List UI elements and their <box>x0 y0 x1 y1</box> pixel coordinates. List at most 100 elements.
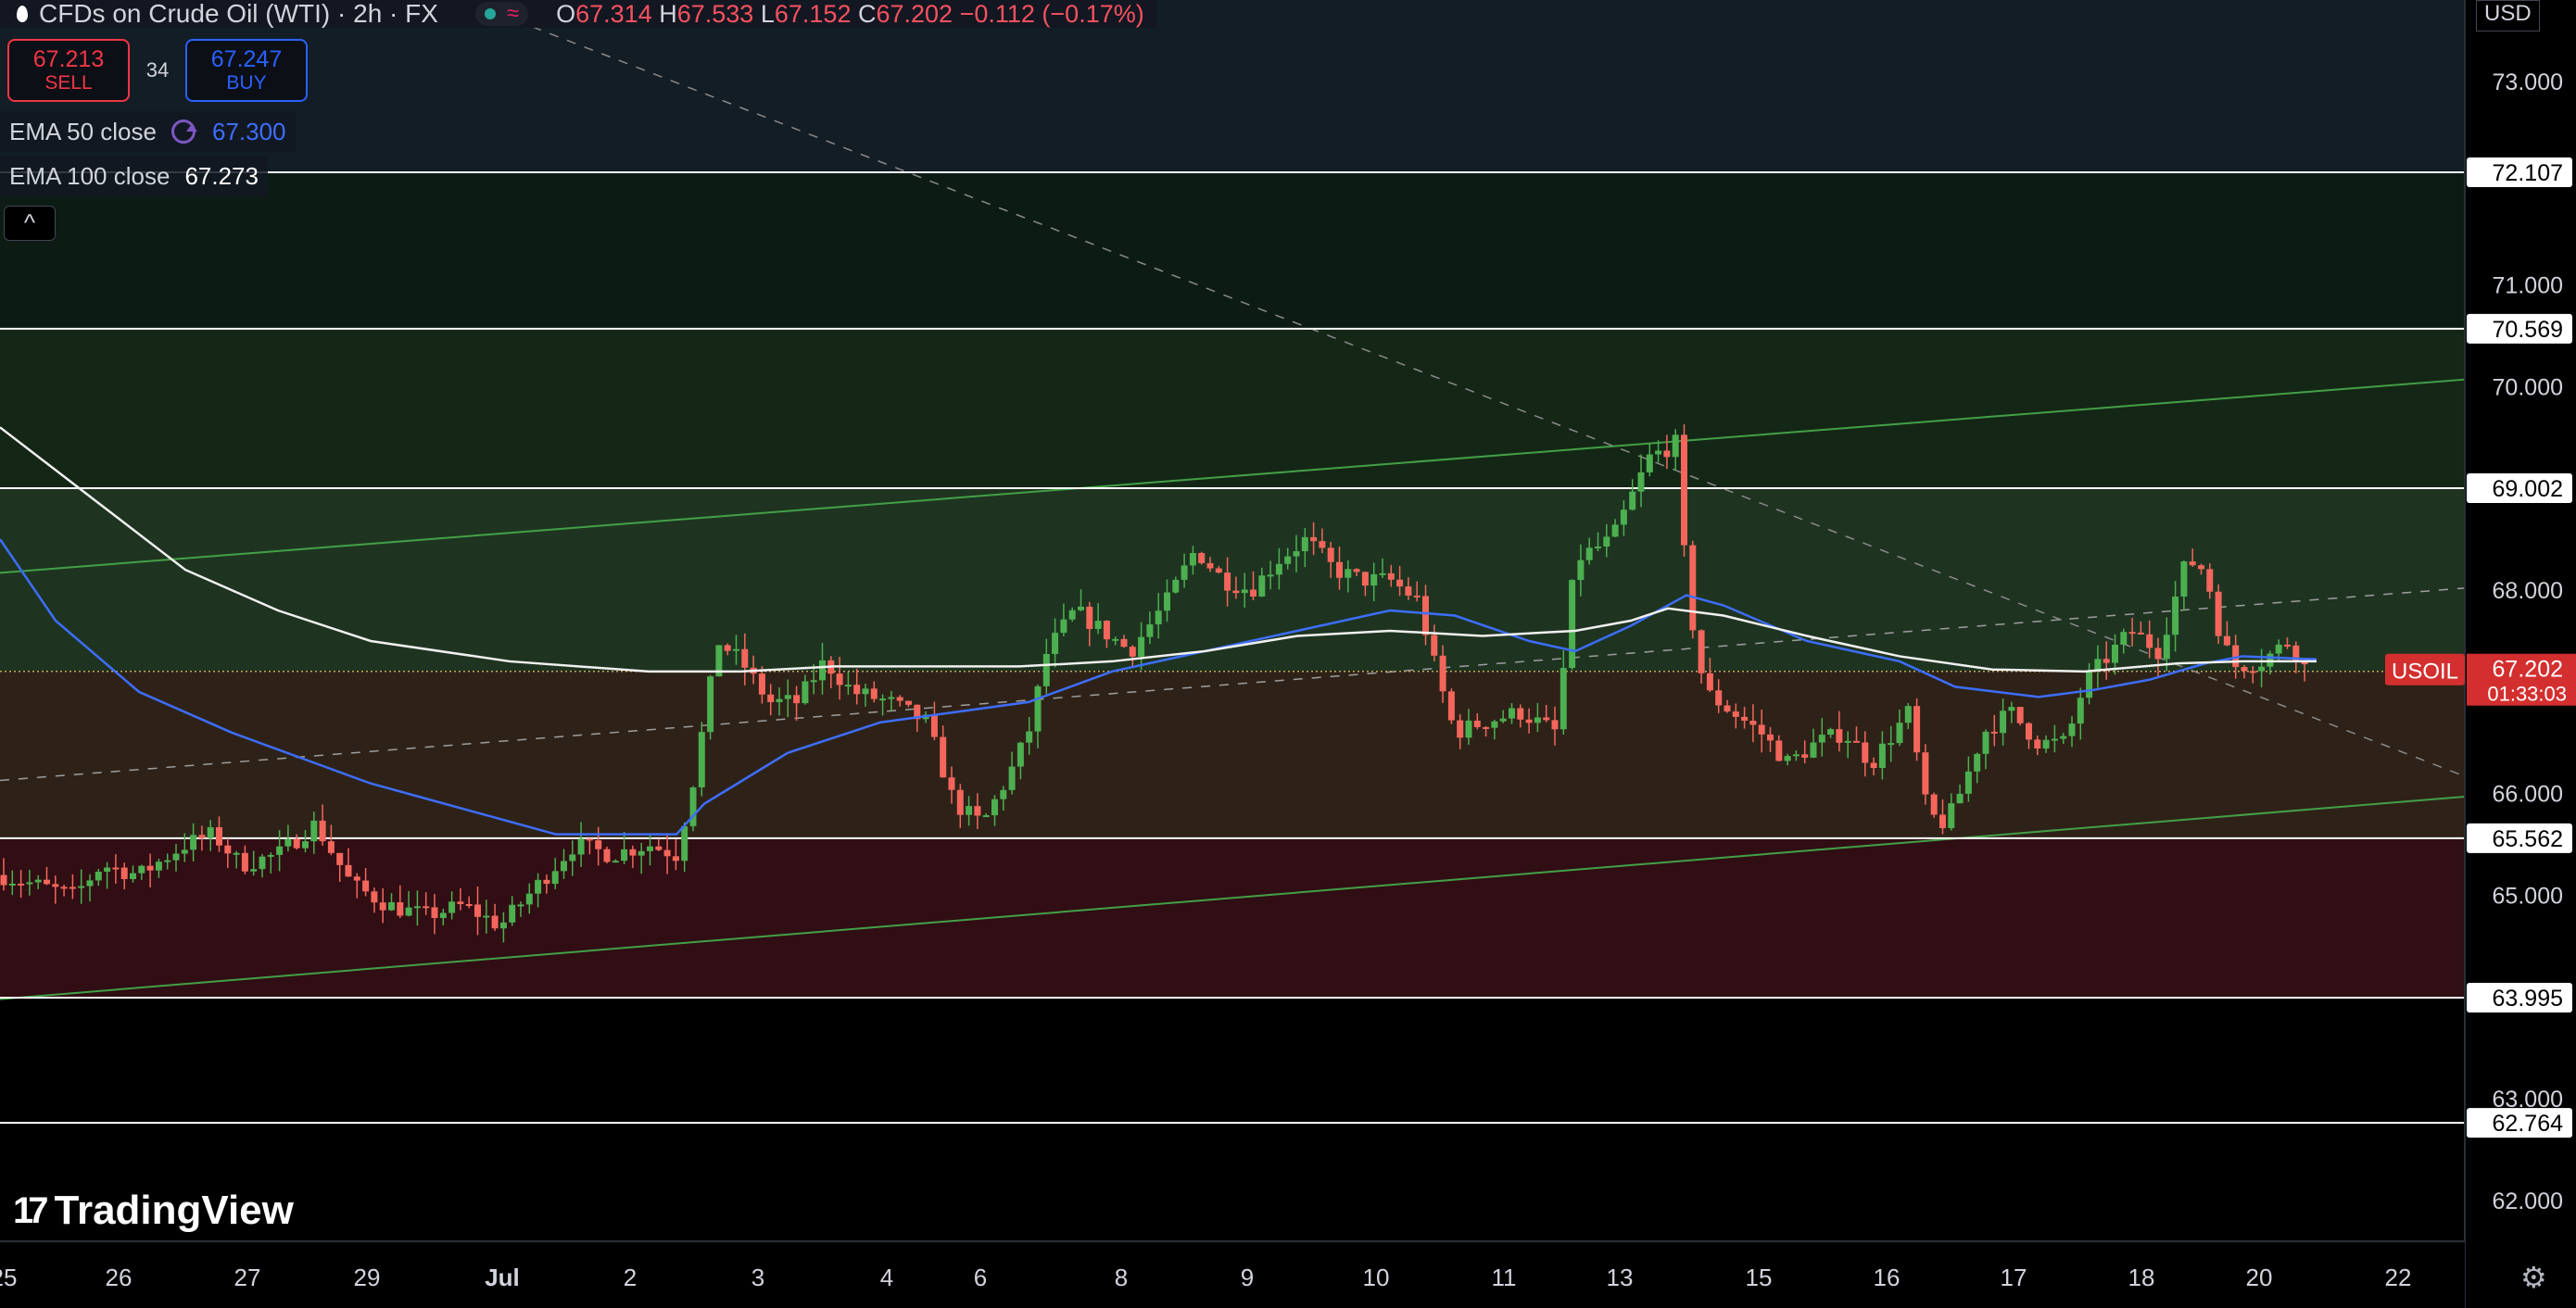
sell-button[interactable]: 67.213 SELL <box>7 39 130 102</box>
candle-body-207 <box>1784 756 1791 761</box>
candle-body-39 <box>336 852 344 865</box>
candle-body-153 <box>1319 541 1326 548</box>
candle-body-97 <box>836 673 843 685</box>
candle-body-9 <box>78 886 85 888</box>
candle-body-150 <box>1293 551 1300 557</box>
candle-body-202 <box>1741 716 1749 721</box>
candle-body-3 <box>26 882 33 885</box>
candle-body-169 <box>1457 720 1464 738</box>
market-status-pill[interactable]: ≈ <box>474 1 529 26</box>
candle-body-257 <box>2215 591 2222 636</box>
candle-body-8 <box>69 887 76 889</box>
y-tick-label-6: 68.000 <box>2493 578 2563 604</box>
candle-body-241 <box>2077 698 2084 724</box>
candle-body-123 <box>1060 619 1067 634</box>
candle-body-27 <box>233 852 240 855</box>
candle-body-227 <box>1956 793 1964 804</box>
candle-body-120 <box>1034 685 1042 732</box>
settings-gear-icon[interactable]: ⚙ <box>2520 1260 2547 1295</box>
candle-body-31 <box>267 854 274 857</box>
candle-body-85 <box>733 648 739 651</box>
price-chart[interactable]: 62.00063.00065.00066.00068.00069.00070.0… <box>0 0 2576 1308</box>
candle-body-38 <box>327 841 335 853</box>
x-tick-label-17: 18 <box>2128 1264 2155 1291</box>
collapse-legend-button[interactable]: ^ <box>4 206 56 241</box>
candle-body-231 <box>1990 731 1998 734</box>
chevron-up-icon: ^ <box>23 208 36 236</box>
x-tick-label-2: 27 <box>234 1264 261 1291</box>
candle-body-195 <box>1681 434 1687 546</box>
candle-body-54 <box>465 903 473 906</box>
candle-body-82 <box>707 676 714 733</box>
candle-body-45 <box>388 901 395 911</box>
candle-body-55 <box>474 904 481 917</box>
zone-1 <box>0 171 2465 329</box>
buy-price: 67.247 <box>210 46 283 72</box>
candle-body-149 <box>1284 556 1292 564</box>
candle-body-190 <box>1637 472 1645 492</box>
candle-body-234 <box>2016 707 2024 723</box>
buy-button[interactable]: 67.247 BUY <box>185 39 308 102</box>
candle-body-228 <box>1964 771 1972 794</box>
candle-body-51 <box>439 912 447 919</box>
candle-body-177 <box>1525 719 1533 723</box>
candle-body-14 <box>120 867 128 879</box>
y-tick-label-4: 66.000 <box>2493 782 2563 808</box>
candle-body-84 <box>724 645 731 651</box>
candle-body-110 <box>948 777 955 790</box>
candle-body-191 <box>1646 454 1653 472</box>
candle-body-166 <box>1431 635 1438 656</box>
candle-body-145 <box>1250 589 1256 597</box>
candle-body-239 <box>2060 736 2067 739</box>
symbol-tag: USOIL <box>2392 660 2458 685</box>
zone-4 <box>0 671 2465 838</box>
candle-body-24 <box>207 826 214 838</box>
candle-body-71 <box>612 861 619 863</box>
currency-label[interactable]: USD <box>2476 0 2540 31</box>
candle-body-59 <box>509 904 516 923</box>
level-price-label-2: 69.002 <box>2493 476 2563 502</box>
candle-body-203 <box>1749 720 1757 725</box>
candle-body-23 <box>198 835 206 838</box>
candle-body-127 <box>1094 621 1102 629</box>
ohlc-open-value: 67.314 <box>575 0 652 28</box>
candle-body-56 <box>483 915 490 918</box>
candle-body-223 <box>1922 752 1929 795</box>
candle-body-30 <box>259 856 266 870</box>
candle-body-164 <box>1413 595 1421 597</box>
tradingview-logo: 17 TradingView <box>13 1188 294 1234</box>
candle-body-28 <box>241 852 248 872</box>
candle-body-248 <box>2137 632 2144 635</box>
candle-body-109 <box>940 736 947 778</box>
ohlc-high-value: 67.533 <box>676 0 754 28</box>
candle-body-183 <box>1577 560 1585 581</box>
candle-body-179 <box>1543 717 1550 721</box>
candle-body-58 <box>499 922 507 929</box>
x-tick-label-9: 8 <box>1115 1264 1128 1291</box>
candle-body-258 <box>2223 635 2230 646</box>
candle-body-254 <box>2189 561 2196 566</box>
symbol-title[interactable]: CFDs on Crude Oil (WTI) · 2h · FX <box>39 0 438 29</box>
sell-price: 67.213 <box>32 46 105 72</box>
candle-body-249 <box>2146 634 2153 648</box>
candle-body-115 <box>991 799 998 816</box>
ohlc-open-key: O <box>556 0 576 28</box>
candle-body-65 <box>561 861 567 872</box>
candle-body-11 <box>95 871 102 881</box>
oil-drop-icon <box>17 6 28 22</box>
candle-body-156 <box>1345 569 1352 578</box>
candle-body-119 <box>1026 731 1033 743</box>
symbol-header[interactable]: CFDs on Crude Oil (WTI) · 2h · FX ≈ O67.… <box>0 0 1157 28</box>
candle-body-133 <box>1146 624 1154 637</box>
x-tick-label-15: 16 <box>1874 1264 1900 1291</box>
candle-body-176 <box>1517 708 1524 720</box>
ema100-legend[interactable]: EMA 100 close 67.273 <box>0 156 268 196</box>
candle-body-89 <box>767 694 775 702</box>
candle-body-61 <box>525 893 533 905</box>
x-tick-label-19: 22 <box>2385 1264 2412 1291</box>
candle-body-37 <box>319 820 326 842</box>
candle-body-75 <box>647 846 653 851</box>
ema50-legend[interactable]: EMA 50 close 67.300 <box>0 111 296 152</box>
x-tick-label-4: Jul <box>485 1264 520 1291</box>
candle-body-112 <box>966 806 973 815</box>
